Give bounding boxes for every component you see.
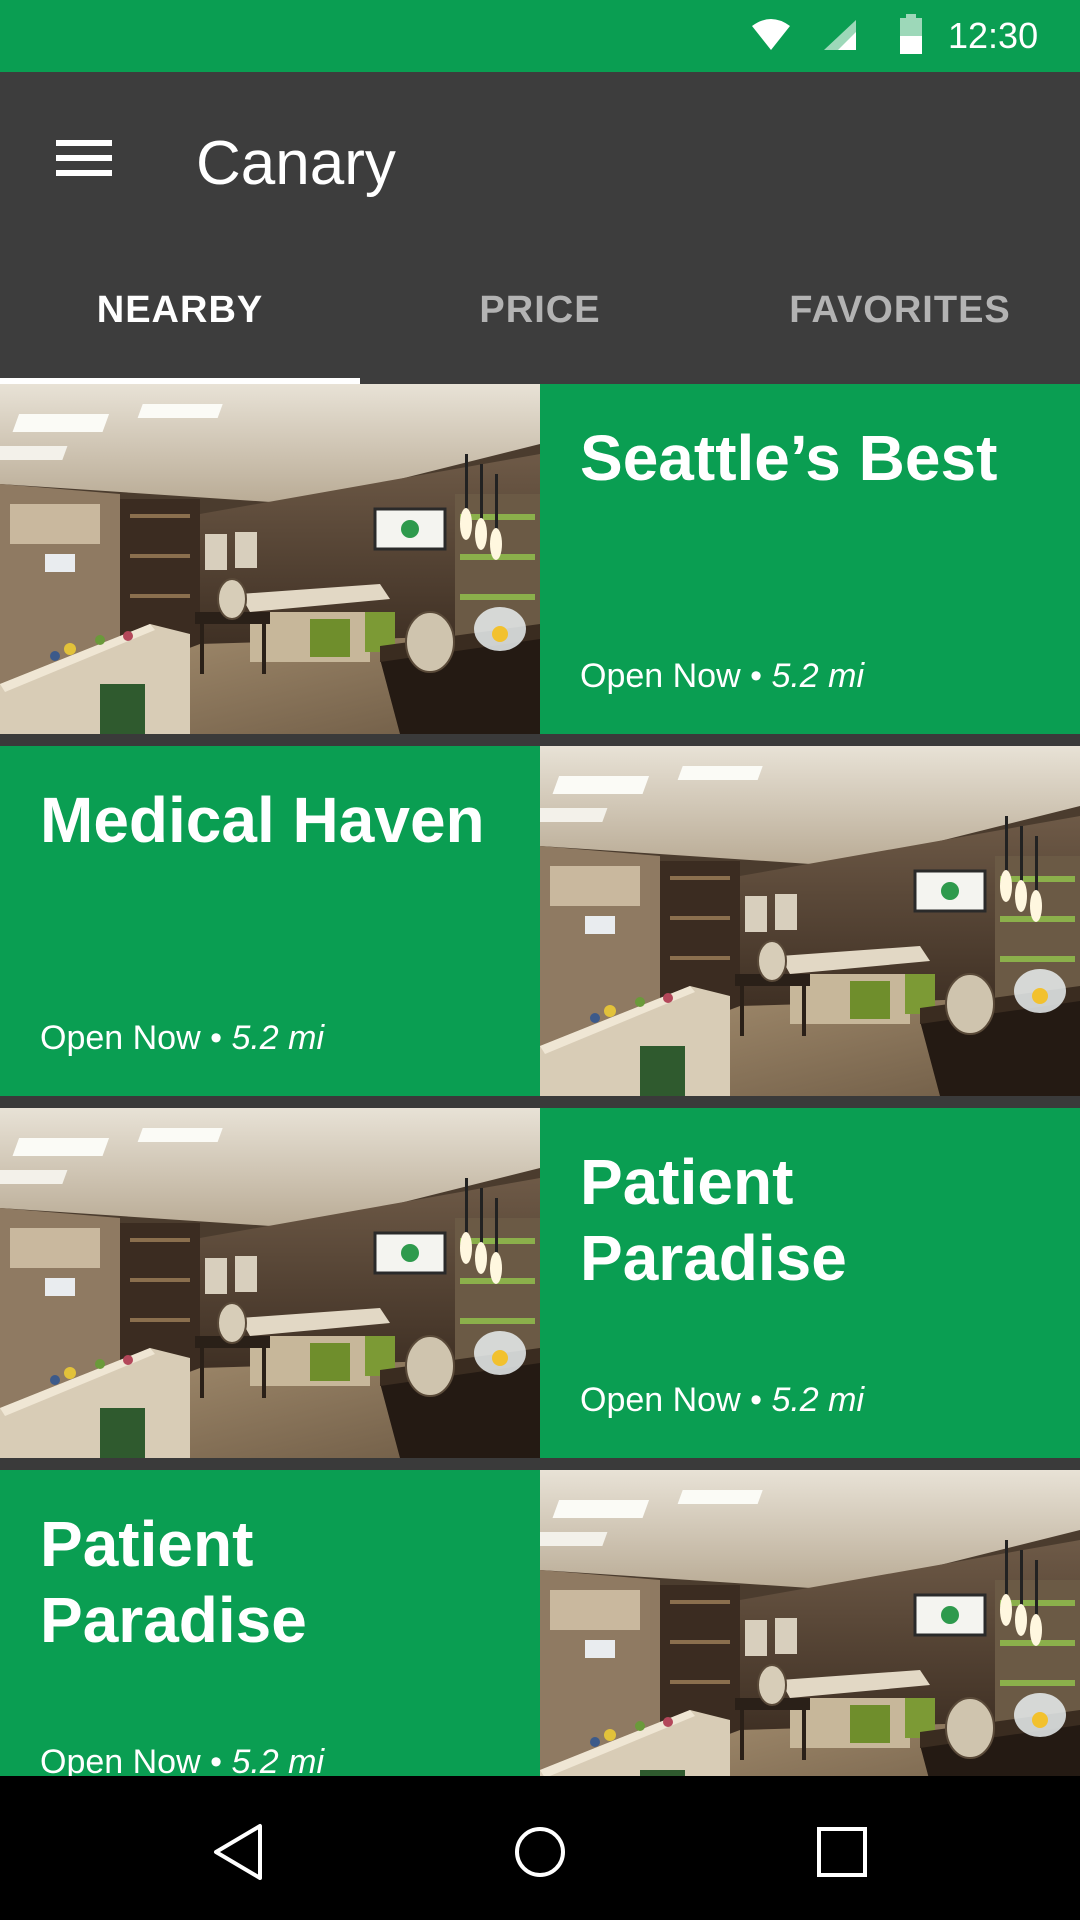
dispensary-card[interactable]: Seattle’s Best Open Now • 5.2 mi — [0, 384, 1080, 734]
navigation-bar — [0, 1776, 1080, 1920]
tab-nearby[interactable]: NEARBY — [0, 268, 360, 384]
dispensary-name: Patient Paradise — [40, 1508, 307, 1656]
separator: • — [750, 657, 762, 695]
dispensary-info: Patient Paradise Open Now • 5.2 mi — [540, 1108, 1080, 1458]
dispensary-name: Patient Paradise — [580, 1146, 847, 1294]
separator: • — [210, 1743, 222, 1776]
distance: 5.2 mi — [231, 1019, 325, 1057]
distance: 5.2 mi — [771, 657, 865, 695]
dispensary-card[interactable]: Medical Haven Open Now • 5.2 mi — [0, 746, 1080, 1096]
cell-signal-icon — [822, 18, 858, 57]
separator: • — [210, 1019, 222, 1057]
wifi-icon — [750, 18, 792, 57]
separator: • — [750, 1381, 762, 1419]
recents-icon[interactable] — [794, 1804, 890, 1900]
status-time: 12:30 — [948, 15, 1039, 56]
dispensary-info: Patient Paradise Open Now • 5.2 mi — [0, 1470, 540, 1776]
tab-favorites[interactable]: FAVORITES — [720, 268, 1080, 384]
open-status: Open Now — [580, 1381, 741, 1419]
open-status: Open Now — [40, 1743, 201, 1776]
dispensary-photo — [540, 746, 1080, 1096]
distance: 5.2 mi — [231, 1743, 325, 1776]
dispensary-meta: Open Now • 5.2 mi — [40, 1016, 324, 1060]
home-icon[interactable] — [492, 1804, 588, 1900]
open-status: Open Now — [40, 1019, 201, 1057]
hamburger-menu-icon[interactable] — [36, 110, 132, 206]
dispensary-info: Seattle’s Best Open Now • 5.2 mi — [540, 384, 1080, 734]
tab-price[interactable]: PRICE — [360, 268, 720, 384]
dispensary-card[interactable]: Patient Paradise Open Now • 5.2 mi — [0, 1108, 1080, 1458]
dispensary-card[interactable]: Patient Paradise Open Now • 5.2 mi — [0, 1470, 1080, 1776]
status-bar: 12:30 — [0, 0, 1080, 72]
dispensary-meta: Open Now • 5.2 mi — [580, 1378, 864, 1422]
dispensary-photo — [540, 1470, 1080, 1776]
distance: 5.2 mi — [771, 1381, 865, 1419]
dispensary-meta: Open Now • 5.2 mi — [580, 654, 864, 698]
dispensary-photo — [0, 384, 540, 734]
dispensary-name: Medical Haven — [40, 784, 485, 856]
tab-bar: NEARBY PRICE FAVORITES — [0, 268, 1080, 384]
back-icon[interactable] — [190, 1804, 286, 1900]
dispensary-list[interactable]: Seattle’s Best Open Now • 5.2 mi Medical… — [0, 384, 1080, 1776]
dispensary-photo — [0, 1108, 540, 1458]
dispensary-name: Seattle’s Best — [580, 422, 998, 494]
battery-icon — [898, 14, 924, 61]
app-bar: Canary NEARBY PRICE FAVORITES — [0, 72, 1080, 384]
open-status: Open Now — [580, 657, 741, 695]
dispensary-meta: Open Now • 5.2 mi — [40, 1740, 324, 1776]
dispensary-info: Medical Haven Open Now • 5.2 mi — [0, 746, 540, 1096]
app-title: Canary — [196, 129, 396, 198]
